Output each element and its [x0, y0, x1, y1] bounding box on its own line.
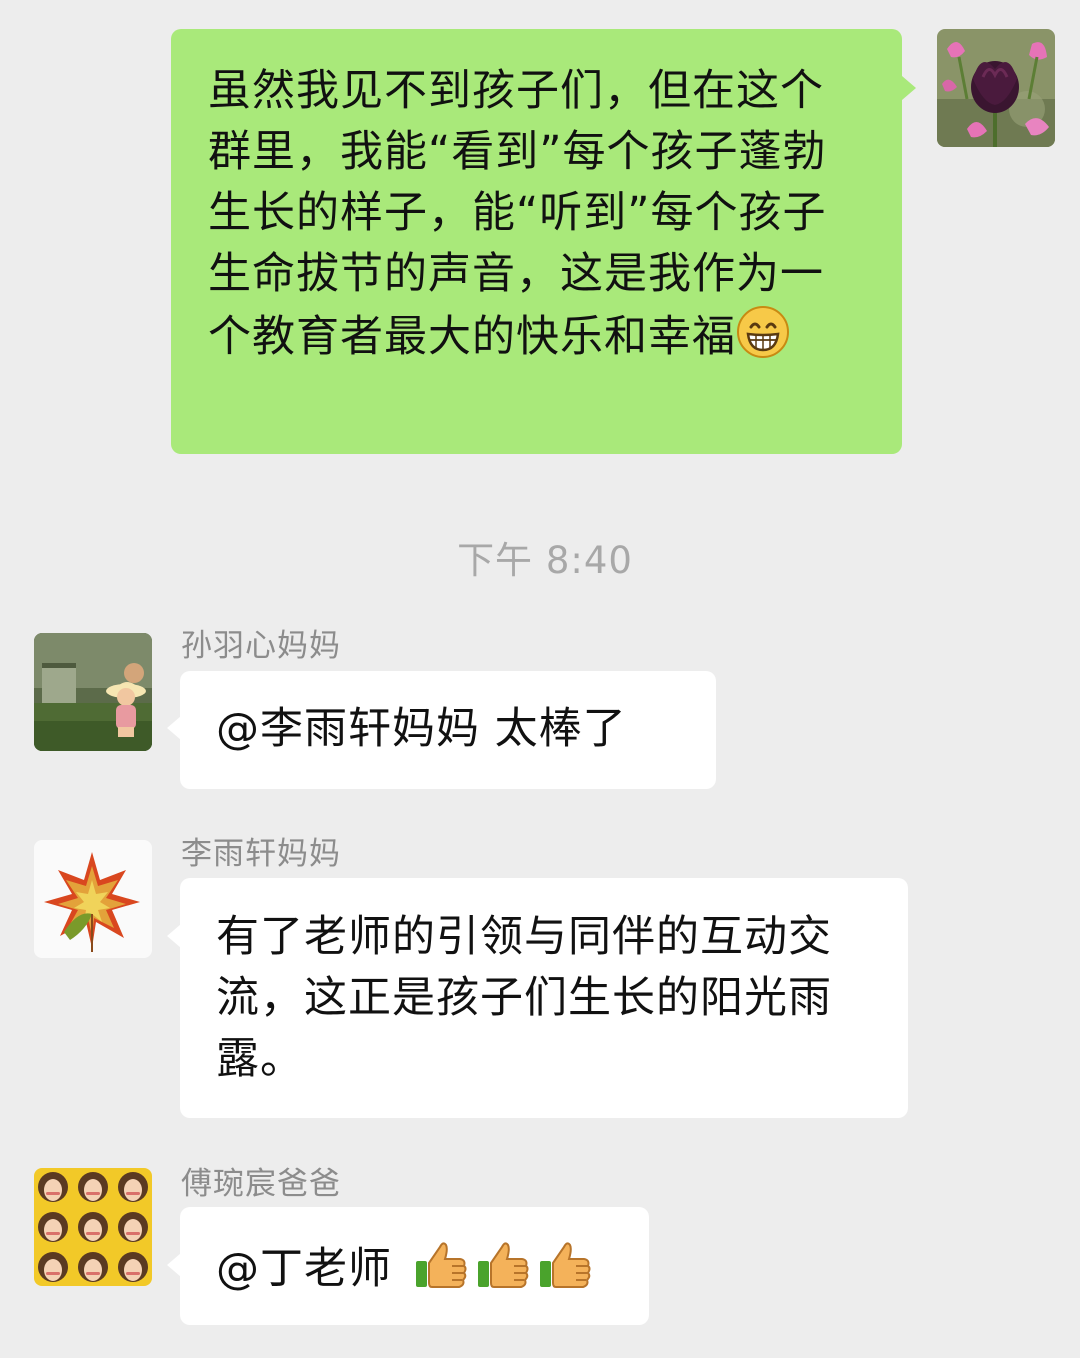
- bubble-tail: [167, 924, 181, 948]
- sender-name: 傅琬宸爸爸: [181, 1166, 341, 1202]
- photo-grid-avatar[interactable]: [34, 1168, 152, 1286]
- sender-name: 李雨轩妈妈: [181, 836, 341, 872]
- message-timestamp: 下午 8:40: [457, 539, 633, 582]
- cartoon-girl-avatar[interactable]: [34, 633, 152, 751]
- thumbs-up-emoji-icon: [412, 1235, 470, 1293]
- sender-name: 孙羽心妈妈: [181, 628, 341, 664]
- grinning-face-emoji-icon: [736, 305, 790, 359]
- received-message-bubble[interactable]: @李雨轩妈妈 太棒了: [180, 671, 716, 789]
- received-message-bubble[interactable]: 有了老师的引领与同伴的互动交流，这正是孩子们生长的阳光雨露。: [180, 878, 908, 1118]
- sent-message-bubble[interactable]: 虽然我见不到孩子们，但在这个群里，我能“看到”每个孩子蓬勃生长的样子，能“听到”…: [171, 29, 902, 454]
- message-text: @李雨轩妈妈 太棒了: [216, 704, 627, 754]
- thumbs-up-emoji-icon: [474, 1235, 532, 1293]
- received-message-bubble[interactable]: @丁老师: [180, 1207, 649, 1325]
- bubble-tail: [167, 1253, 181, 1277]
- bubble-tail: [902, 76, 916, 100]
- maple-leaves-avatar[interactable]: [34, 840, 152, 958]
- message-text: 有了老师的引领与同伴的互动交流，这正是孩子们生长的阳光雨露。: [216, 912, 832, 1084]
- bubble-tail: [167, 716, 181, 740]
- thumbs-up-emoji-icon: [536, 1235, 594, 1293]
- tulip-flower-avatar[interactable]: [937, 29, 1055, 147]
- message-text: @丁老师: [216, 1244, 392, 1294]
- message-text: 虽然我见不到孩子们，但在这个群里，我能“看到”每个孩子蓬勃生长的样子，能“听到”…: [208, 66, 827, 362]
